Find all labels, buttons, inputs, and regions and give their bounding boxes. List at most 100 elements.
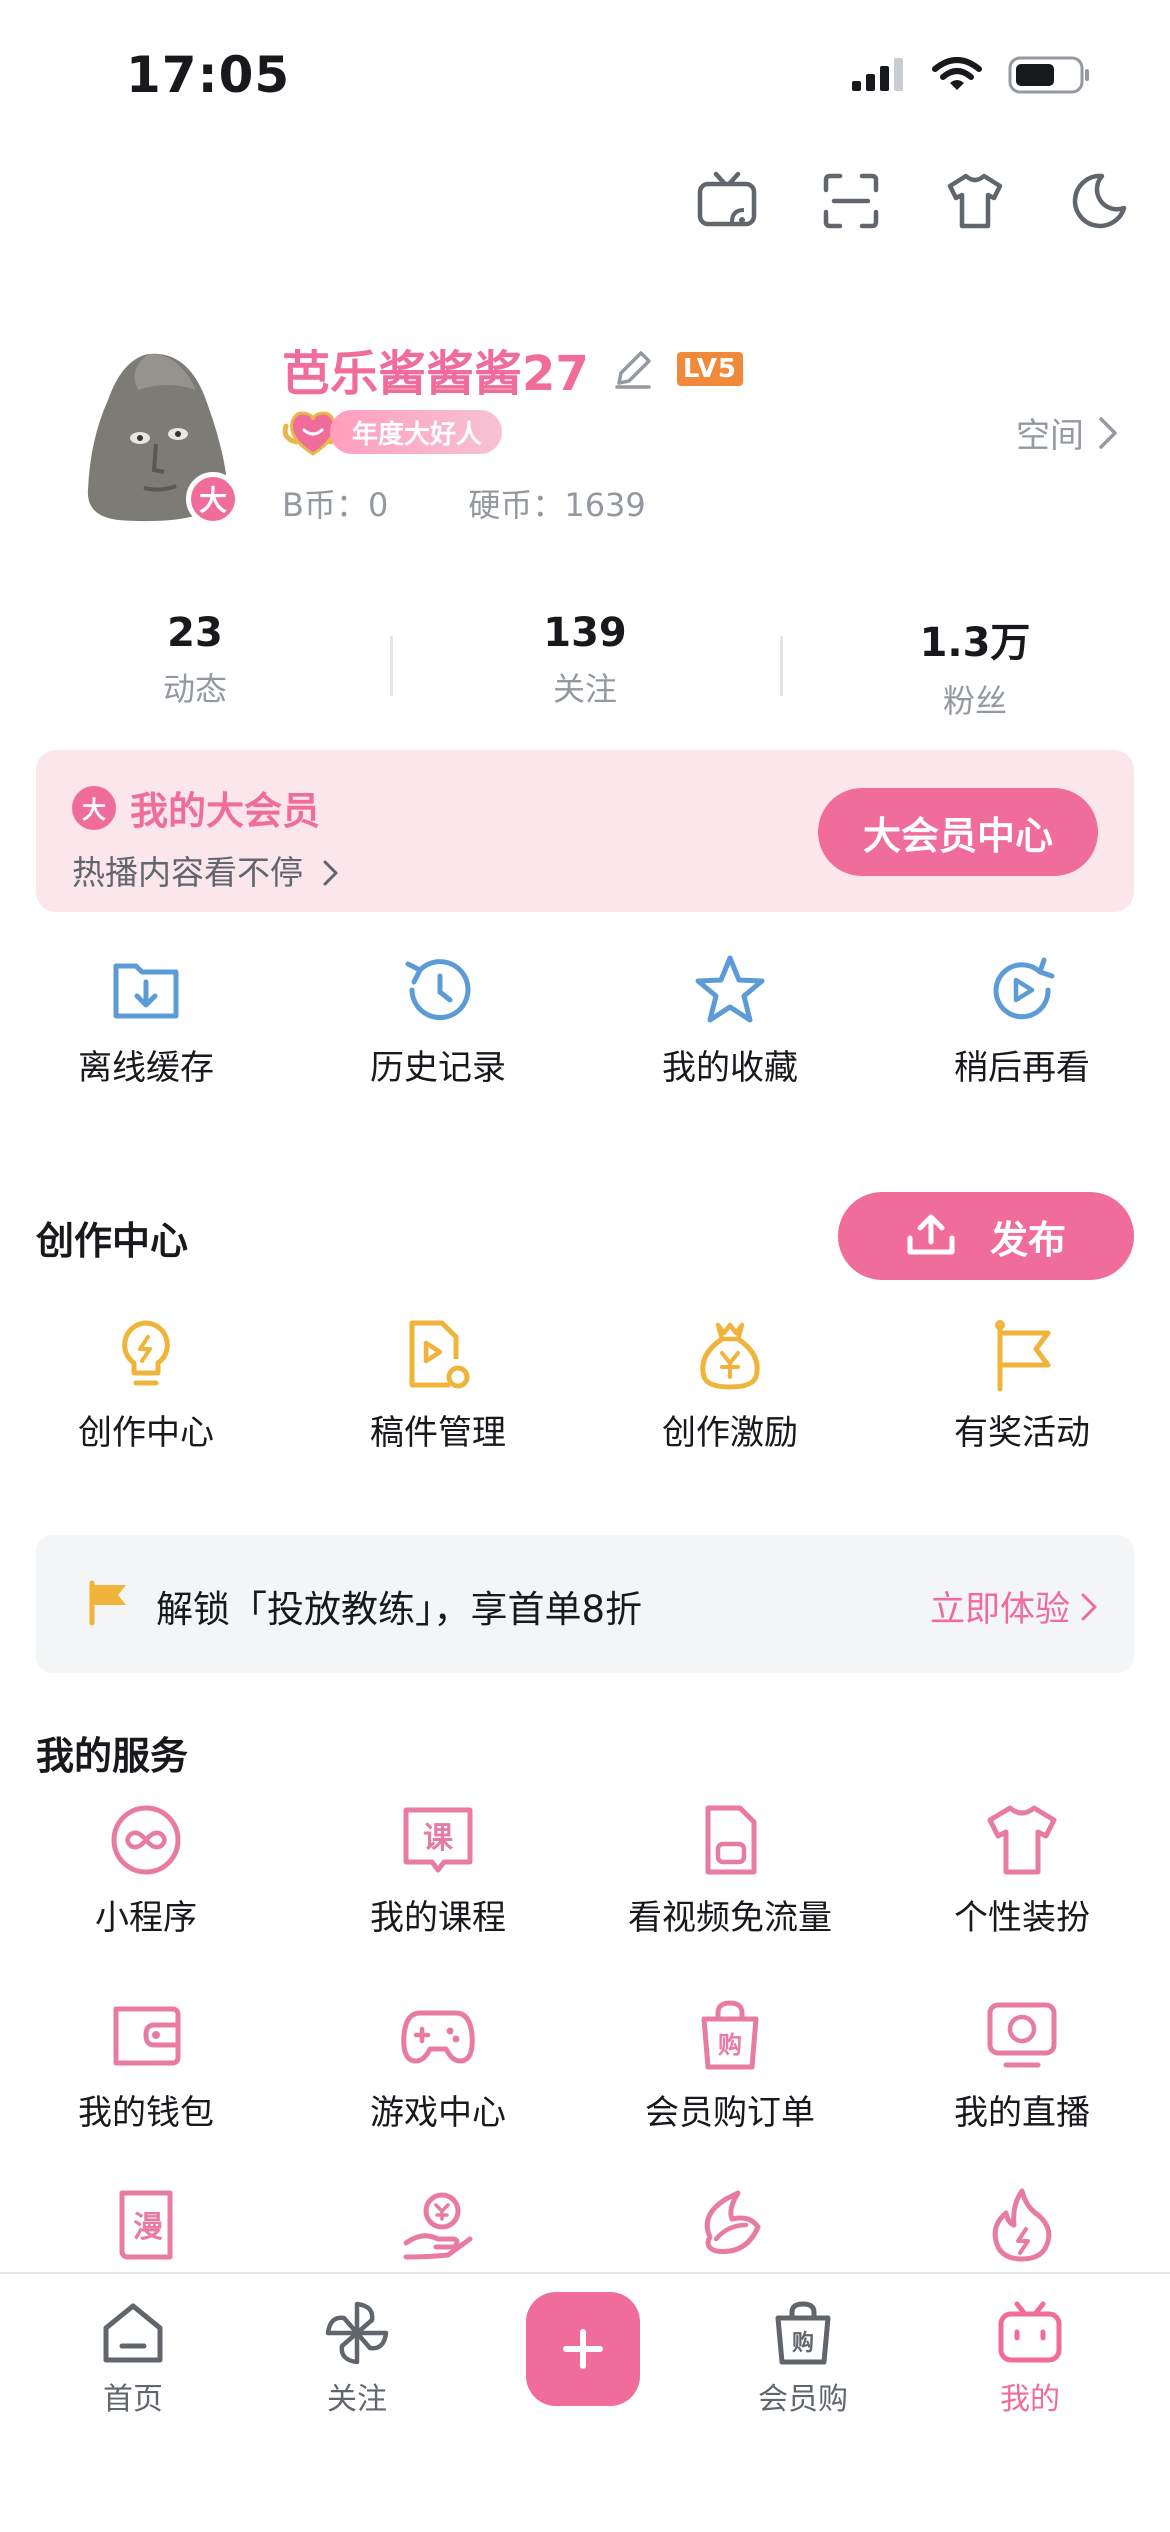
watch-later-icon xyxy=(993,957,1055,1020)
tab-mine[interactable]: 我的 xyxy=(955,2298,1105,2418)
stat-dynamics[interactable]: 23 动态 xyxy=(0,610,390,720)
game-center-item[interactable]: 游戏中心 xyxy=(292,1995,584,2134)
vip-title: 我的大会员 xyxy=(130,789,321,833)
upload-icon xyxy=(907,1214,955,1255)
vip-subtitle-row[interactable]: 热播内容看不停 xyxy=(72,846,340,894)
coin-balance: 硬币：1639 xyxy=(468,486,646,524)
creation-label: 有奖活动 xyxy=(954,1413,1090,1453)
award-label: 年度大好人 xyxy=(330,410,503,454)
comic-book-icon: 漫 xyxy=(119,2190,173,2260)
chevron-right-icon xyxy=(1081,1593,1097,1620)
top-actions xyxy=(696,170,1130,232)
creation-label: 创作激励 xyxy=(662,1413,798,1453)
creation-label: 创作中心 xyxy=(78,1413,214,1453)
stat-label: 动态 xyxy=(162,670,227,708)
promo-cta-label: 立即体验 xyxy=(929,1590,1070,1630)
service-label: 我的课程 xyxy=(370,1898,506,1938)
vip-title-row: 大 我的大会员 xyxy=(72,780,320,835)
tab-home[interactable]: 首页 xyxy=(58,2298,208,2418)
my-live-item[interactable]: 我的直播 xyxy=(876,1995,1168,2134)
watch-later-item[interactable]: 稍后再看 xyxy=(876,950,1168,1089)
mini-program-item[interactable]: 小程序 xyxy=(0,1800,292,1939)
stat-value: 1.3万 xyxy=(919,620,1031,666)
my-course-item[interactable]: 课 我的课程 xyxy=(292,1800,584,1939)
tab-mall[interactable]: 购 会员购 xyxy=(728,2298,878,2418)
bcoin-balance: B币：0 xyxy=(282,486,389,524)
vip-center-button[interactable]: 大会员中心 xyxy=(818,788,1098,876)
dress-up-item[interactable]: 个性装扮 xyxy=(876,1800,1168,1939)
service-label: 我的钱包 xyxy=(78,2093,214,2133)
profile-header: 大 芭乐酱酱酱27 LV5 年度大好人 B币：0 硬币：1639 空间 xyxy=(0,330,1170,550)
creator-incentive-item[interactable]: 创作激励 xyxy=(584,1315,876,1454)
free-data-item[interactable]: 看视频免流量 xyxy=(584,1800,876,1939)
promo-text: 解锁「投放教练」，享首单8折 xyxy=(156,1588,643,1631)
chevron-right-icon xyxy=(1099,416,1117,449)
promo-banner[interactable]: 解锁「投放教练」，享首单8折 立即体验 xyxy=(36,1535,1134,1673)
course-icon: 课 xyxy=(403,1807,473,1873)
hot-item[interactable] xyxy=(876,2185,1168,2265)
night-mode-icon[interactable] xyxy=(1068,170,1130,232)
service-label: 小程序 xyxy=(95,1898,197,1938)
space-link[interactable]: 空间 xyxy=(1016,408,1118,457)
vip-logo-icon: 大 xyxy=(72,785,116,830)
creation-section-title: 创作中心 xyxy=(36,1219,189,1263)
services-grid-row-2: 我的钱包 游戏中心 购 会员购订单 我的直播 xyxy=(0,1995,1170,2134)
creation-grid: 创作中心 稿件管理 创作激励 有奖活动 xyxy=(0,1315,1170,1454)
history-item[interactable]: 历史记录 xyxy=(292,950,584,1089)
quick-label: 历史记录 xyxy=(370,1048,506,1088)
feature-item[interactable] xyxy=(584,2185,876,2265)
svg-text:购: 购 xyxy=(718,2031,742,2059)
fire-icon xyxy=(992,2188,1052,2262)
vip-card[interactable]: 大 我的大会员 热播内容看不停 大会员中心 xyxy=(36,750,1134,912)
service-label: 会员购订单 xyxy=(645,2093,815,2133)
pinwheel-icon xyxy=(325,2301,389,2365)
wallet-item[interactable]: 我的钱包 xyxy=(0,1995,292,2134)
quick-label: 我的收藏 xyxy=(662,1048,798,1088)
quick-access-grid: 离线缓存 历史记录 我的收藏 稍后再看 xyxy=(0,950,1170,1089)
stat-following[interactable]: 139 关注 xyxy=(390,610,780,720)
space-label: 空间 xyxy=(1016,416,1084,456)
services-grid-row-3: 漫 xyxy=(0,2185,1170,2265)
home-icon xyxy=(103,2303,163,2363)
plus-icon xyxy=(563,2329,603,2369)
tv-mascot-icon xyxy=(998,2301,1062,2363)
favorites-item[interactable]: 我的收藏 xyxy=(584,950,876,1089)
nickname[interactable]: 芭乐酱酱酱27 xyxy=(282,334,589,404)
vip-subtitle: 热播内容看不停 xyxy=(72,853,303,892)
offline-cache-item[interactable]: 离线缓存 xyxy=(0,950,292,1089)
promo-cta[interactable]: 立即体验 xyxy=(930,1581,1098,1632)
edit-pencil-icon[interactable] xyxy=(611,347,655,391)
tv-cast-icon[interactable] xyxy=(696,170,758,232)
create-plus-button[interactable] xyxy=(526,2292,640,2406)
service-label: 看视频免流量 xyxy=(628,1898,832,1938)
wifi-icon xyxy=(932,57,982,90)
tab-label: 关注 xyxy=(327,2382,387,2417)
scan-icon[interactable] xyxy=(820,170,882,232)
publish-label: 发布 xyxy=(989,1217,1066,1262)
shopping-bag-icon: 购 xyxy=(701,2000,759,2070)
gamepad-icon xyxy=(401,2010,475,2064)
publish-button[interactable]: 发布 xyxy=(838,1192,1134,1280)
rewards-activity-item[interactable]: 有奖活动 xyxy=(876,1315,1168,1454)
money-bag-icon xyxy=(700,1322,760,1390)
creation-center-item[interactable]: 创作中心 xyxy=(0,1315,292,1454)
mall-orders-item[interactable]: 购 会员购订单 xyxy=(584,1995,876,2134)
stat-fans[interactable]: 1.3万 粉丝 xyxy=(780,610,1170,720)
offline-cache-icon xyxy=(113,963,179,1019)
promo-flag-icon xyxy=(89,1580,126,1626)
manuscript-icon xyxy=(409,1320,470,1389)
mall-bag-icon: 购 xyxy=(775,2301,831,2365)
dress-up-icon[interactable] xyxy=(944,170,1006,232)
annual-award-badge[interactable]: 年度大好人 xyxy=(282,404,503,460)
manuscript-item[interactable]: 稿件管理 xyxy=(292,1315,584,1454)
bottom-tab-bar: 首页 关注 购 会员购 我的 xyxy=(0,2272,1170,2532)
t-shirt-icon xyxy=(987,1805,1057,1875)
battery-icon xyxy=(1008,56,1089,94)
tab-following[interactable]: 关注 xyxy=(282,2298,432,2418)
cellular-signal-icon xyxy=(852,58,903,91)
stat-value: 139 xyxy=(543,610,627,656)
favorites-icon xyxy=(695,955,765,1023)
comics-item[interactable]: 漫 xyxy=(0,2185,292,2265)
live-tv-icon xyxy=(987,2002,1057,2068)
finance-item[interactable] xyxy=(292,2185,584,2265)
